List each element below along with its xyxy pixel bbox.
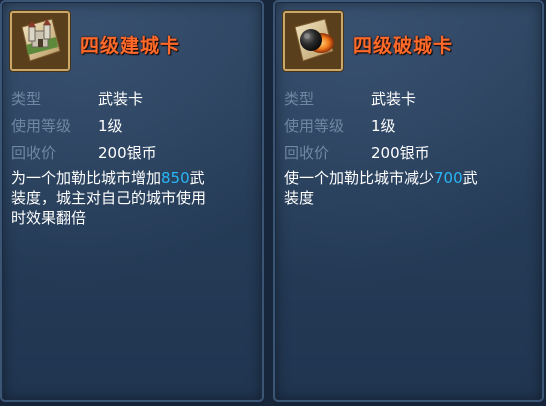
desc-line1-pre: 使一个加勒比城市减少 xyxy=(284,169,435,187)
desc-line2: 装度 xyxy=(284,189,315,207)
card-title: 四级建城卡 xyxy=(80,35,181,57)
card-description: 为一个加勒比城市增加850武 装度，城主对自己的城市使用 时效果翻倍 xyxy=(11,168,206,228)
recycle-value: 200银币 xyxy=(98,144,157,162)
type-row: 类型 武装卡 xyxy=(284,89,416,109)
recycle-label: 回收价 xyxy=(284,144,330,162)
card-description: 使一个加勒比城市减少700武 装度 xyxy=(284,168,478,208)
level-label: 使用等级 xyxy=(284,117,345,135)
recycle-row: 回收价 200银币 xyxy=(11,143,157,163)
castle-icon-art xyxy=(12,13,68,69)
level-value: 1级 xyxy=(371,117,396,135)
level-row: 使用等级 1级 xyxy=(11,116,123,136)
type-value: 武装卡 xyxy=(98,90,144,108)
type-label: 类型 xyxy=(11,90,42,108)
castle-card-icon xyxy=(10,11,70,71)
card-title: 四级破城卡 xyxy=(353,35,454,57)
cannonball-card-icon xyxy=(283,11,343,71)
recycle-label: 回收价 xyxy=(11,144,57,162)
panel-gap xyxy=(264,0,273,406)
desc-number: 700 xyxy=(434,169,463,187)
desc-number: 850 xyxy=(161,169,190,187)
recycle-value: 200银币 xyxy=(371,144,430,162)
desc-line3: 时效果翻倍 xyxy=(11,209,87,227)
recycle-row: 回收价 200银币 xyxy=(284,143,430,163)
type-value: 武装卡 xyxy=(371,90,417,108)
type-label: 类型 xyxy=(284,90,315,108)
type-row: 类型 武装卡 xyxy=(11,89,143,109)
desc-line2: 装度，城主对自己的城市使用 xyxy=(11,189,207,207)
level-row: 使用等级 1级 xyxy=(284,116,396,136)
desc-line1-post: 武 xyxy=(462,169,478,187)
level-label: 使用等级 xyxy=(11,117,72,135)
level-value: 1级 xyxy=(98,117,123,135)
cannonball-icon-art xyxy=(285,13,341,69)
item-tooltip-build-city-card: 四级建城卡 类型 武装卡 使用等级 1级 回收价 200银币 为一个加勒比城市增加85… xyxy=(0,0,264,402)
desc-line1-pre: 为一个加勒比城市增加 xyxy=(11,169,162,187)
desc-line1-post: 武 xyxy=(189,169,205,187)
item-tooltip-siege-city-card: 四级破城卡 类型 武装卡 使用等级 1级 回收价 200银币 使一个加勒比城市减少70… xyxy=(273,0,544,402)
